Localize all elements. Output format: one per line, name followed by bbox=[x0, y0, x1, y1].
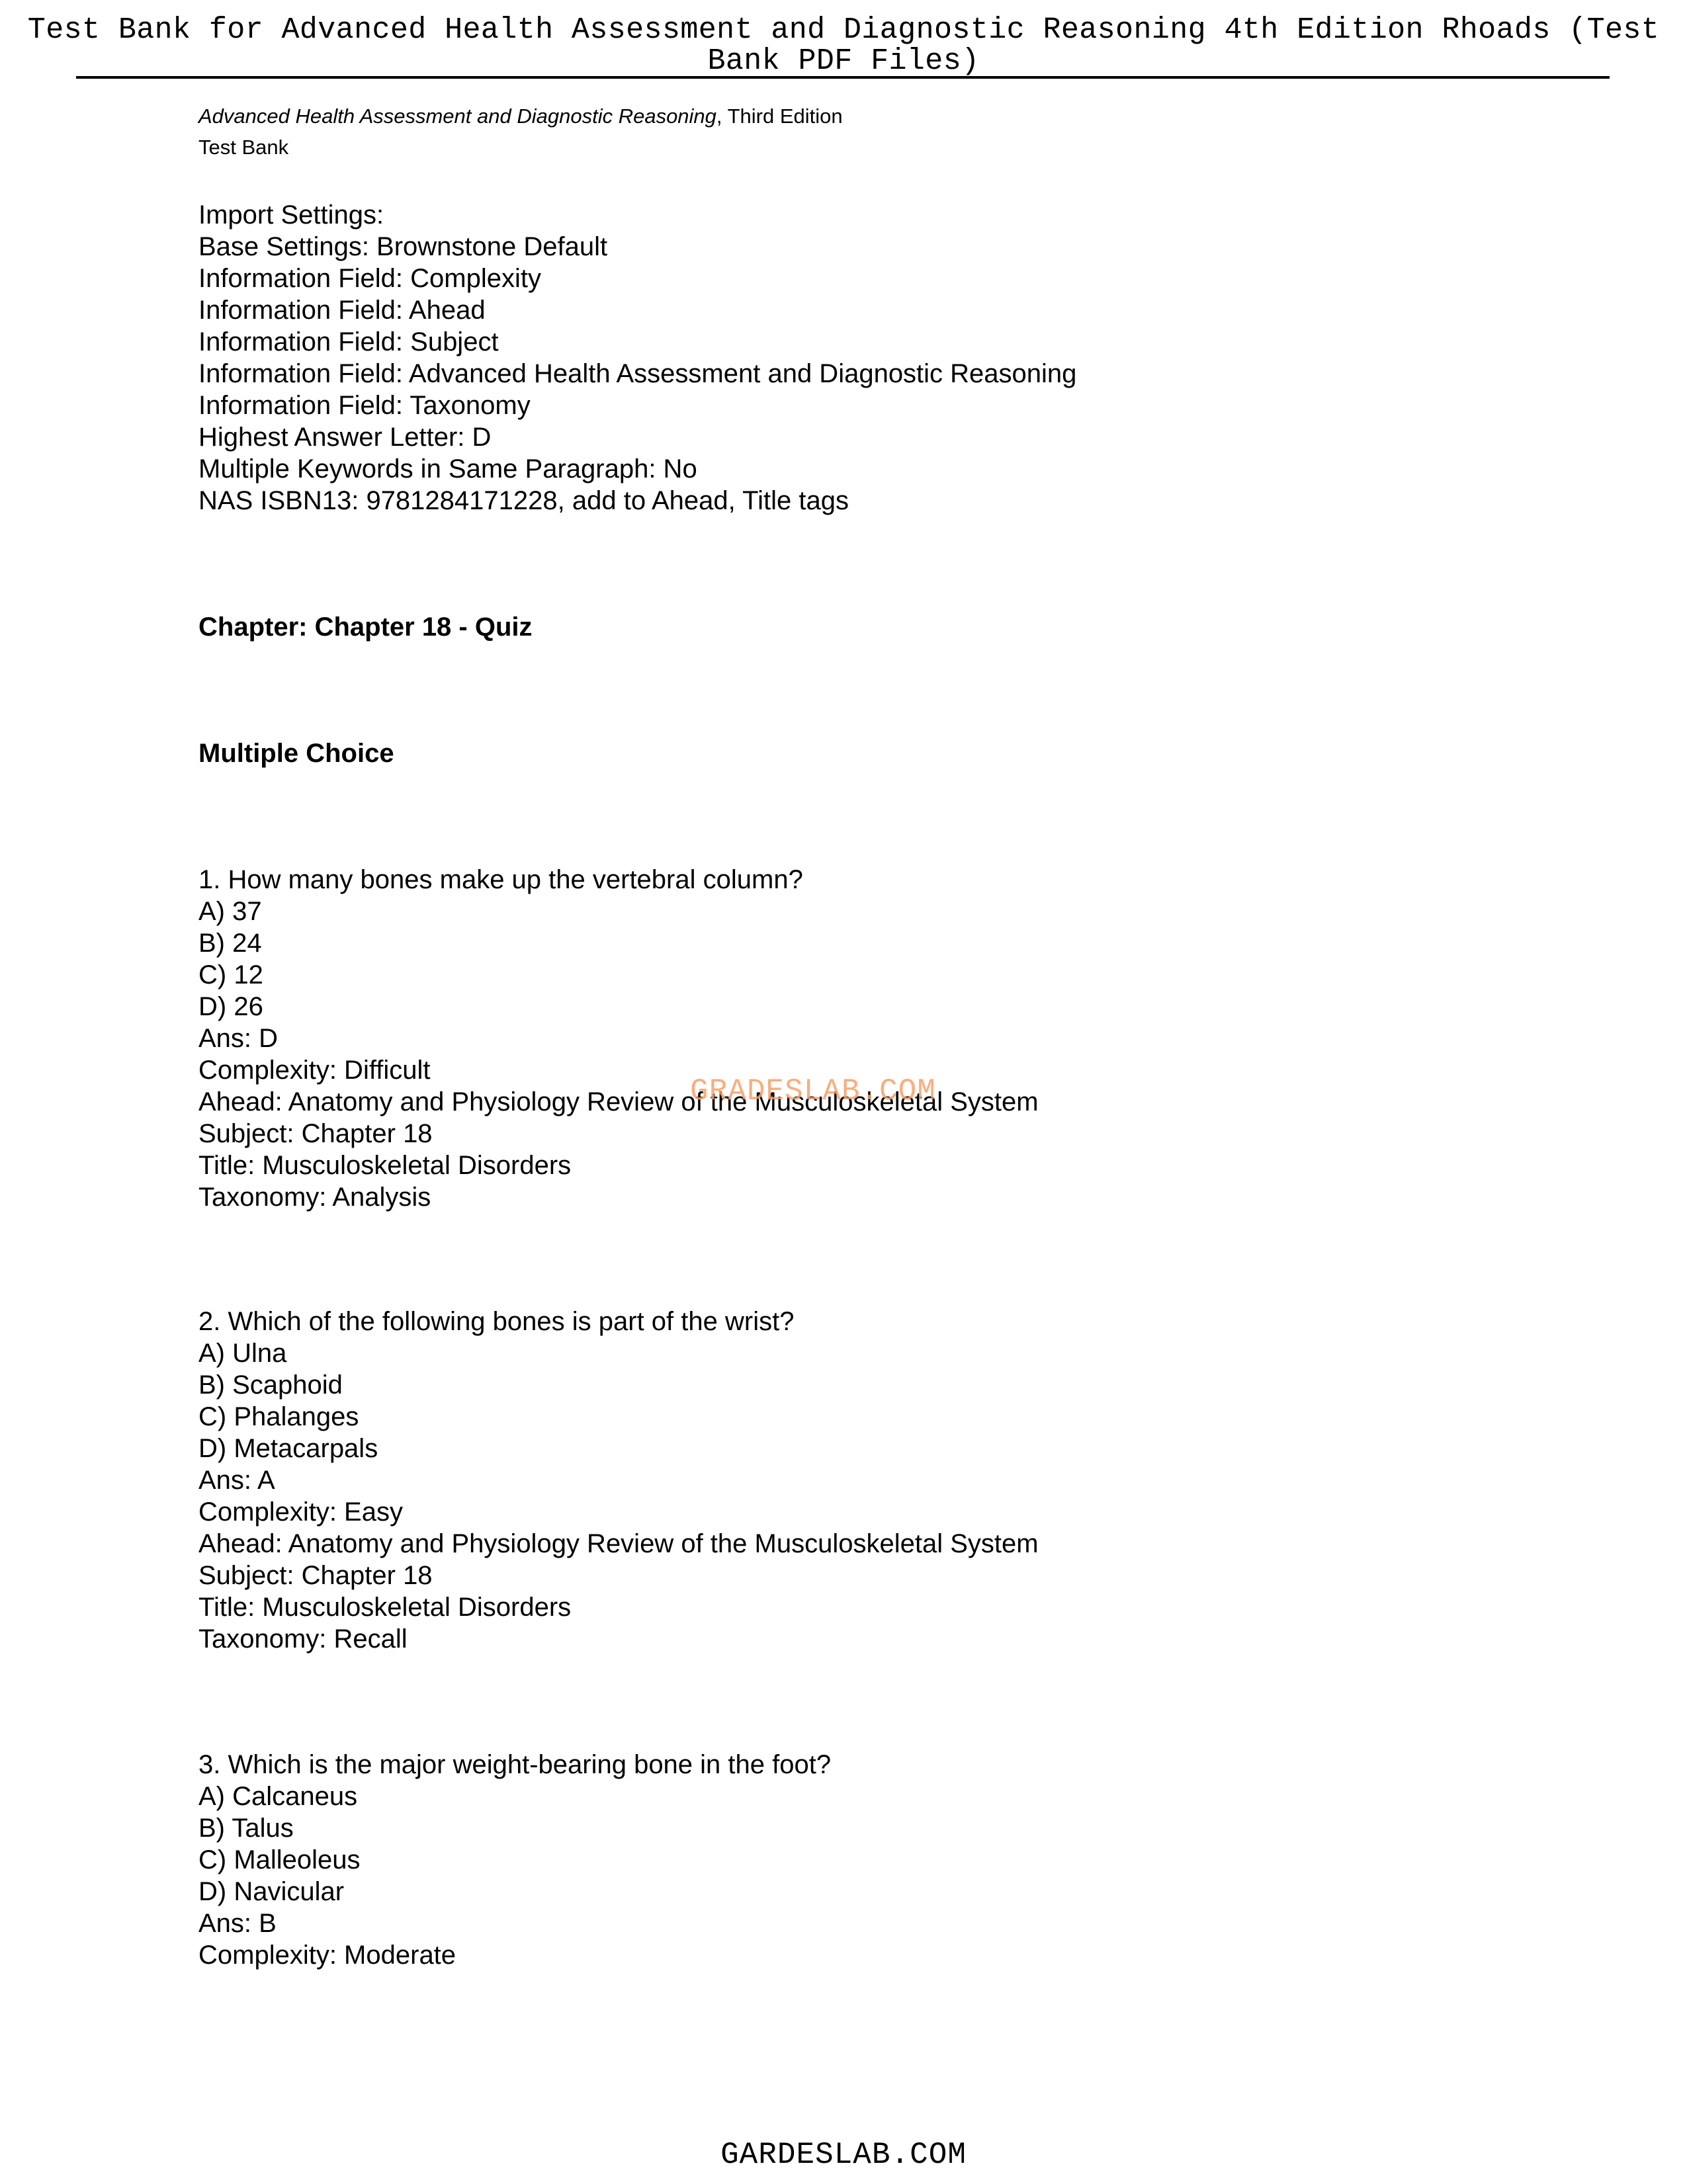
question-text: 1. How many bones make up the vertebral … bbox=[198, 865, 803, 894]
header-divider bbox=[76, 76, 1610, 79]
answer-option: C) Malleoleus bbox=[198, 1845, 361, 1874]
answer-option: B) Scaphoid bbox=[198, 1370, 343, 1400]
taxonomy: Taxonomy: Recall bbox=[198, 1624, 408, 1654]
import-setting-line: Information Field: Complexity bbox=[198, 264, 541, 293]
question-3: 3. Which is the major weight-bearing bon… bbox=[198, 1749, 831, 1971]
import-setting-line: Information Field: Subject bbox=[198, 327, 499, 357]
subject: Subject: Chapter 18 bbox=[198, 1561, 433, 1590]
answer-option: A) Calcaneus bbox=[198, 1782, 358, 1811]
book-edition: , Third Edition bbox=[716, 105, 843, 128]
answer-option: D) Navicular bbox=[198, 1877, 345, 1906]
book-subtitle: Advanced Health Assessment and Diagnosti… bbox=[198, 101, 843, 163]
question-text: 2. Which of the following bones is part … bbox=[198, 1307, 795, 1336]
title: Title: Musculoskeletal Disorders bbox=[198, 1151, 572, 1180]
answer-option: A) Ulna bbox=[198, 1339, 287, 1368]
answer-option: D) Metacarpals bbox=[198, 1434, 378, 1463]
chapter-heading: Chapter: Chapter 18 - Quiz bbox=[198, 612, 533, 642]
answer-option: C) 12 bbox=[198, 960, 263, 989]
answer-option: A) 37 bbox=[198, 897, 262, 926]
import-setting-line: NAS ISBN13: 9781284171228, add to Ahead,… bbox=[198, 486, 849, 515]
ahead: Ahead: Anatomy and Physiology Review of … bbox=[198, 1087, 1039, 1116]
import-setting-line: Import Settings: bbox=[198, 200, 384, 230]
import-setting-line: Base Settings: Brownstone Default bbox=[198, 232, 608, 261]
test-bank-label: Test Bank bbox=[198, 136, 289, 159]
ahead: Ahead: Anatomy and Physiology Review of … bbox=[198, 1529, 1039, 1558]
title: Title: Musculoskeletal Disorders bbox=[198, 1593, 572, 1622]
answer-key: Ans: A bbox=[198, 1466, 275, 1495]
book-title: Advanced Health Assessment and Diagnosti… bbox=[198, 105, 716, 128]
complexity: Complexity: Easy bbox=[198, 1497, 403, 1527]
answer-option: D) 26 bbox=[198, 992, 263, 1021]
section-heading: Multiple Choice bbox=[198, 739, 394, 768]
answer-key: Ans: D bbox=[198, 1024, 279, 1053]
answer-option: C) Phalanges bbox=[198, 1402, 359, 1431]
header-title-line-1: Test Bank for Advanced Health Assessment… bbox=[27, 13, 1660, 47]
answer-option: B) 24 bbox=[198, 929, 262, 958]
complexity: Complexity: Difficult bbox=[198, 1056, 431, 1085]
import-setting-line: Highest Answer Letter: D bbox=[198, 423, 492, 452]
footer-site-link[interactable]: GARDESLAB.COM bbox=[0, 2138, 1687, 2172]
import-setting-line: Information Field: Advanced Health Asses… bbox=[198, 359, 1077, 388]
import-setting-line: Multiple Keywords in Same Paragraph: No bbox=[198, 454, 697, 483]
document-header: Test Bank for Advanced Health Assessment… bbox=[13, 15, 1674, 77]
taxonomy: Taxonomy: Analysis bbox=[198, 1183, 431, 1212]
answer-option: B) Talus bbox=[198, 1814, 294, 1843]
import-setting-line: Information Field: Ahead bbox=[198, 296, 486, 325]
header-title-line-2: Bank PDF Files) bbox=[707, 44, 980, 78]
question-1: 1. How many bones make up the vertebral … bbox=[198, 864, 1039, 1213]
import-settings: Import Settings: Base Settings: Brownsto… bbox=[198, 199, 1076, 517]
question-2: 2. Which of the following bones is part … bbox=[198, 1306, 1039, 1655]
complexity: Complexity: Moderate bbox=[198, 1941, 456, 1970]
answer-key: Ans: B bbox=[198, 1909, 277, 1938]
question-text: 3. Which is the major weight-bearing bon… bbox=[198, 1750, 832, 1779]
subject: Subject: Chapter 18 bbox=[198, 1119, 433, 1148]
import-setting-line: Information Field: Taxonomy bbox=[198, 391, 531, 420]
